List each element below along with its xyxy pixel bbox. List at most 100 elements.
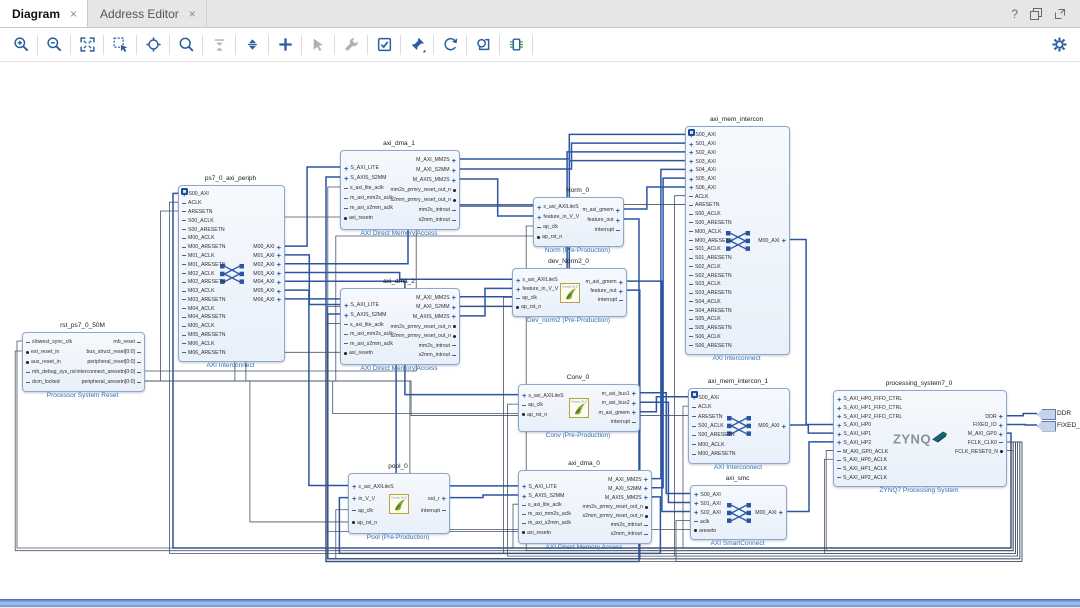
port-axi_dma_1-S_AXIS_S2MM[interactable]: +S_AXIS_S2MM [344, 175, 386, 182]
port-pool_0-out_r[interactable]: +out_r [428, 495, 446, 502]
port-axi_dma_0-s_axi_lite_aclk[interactable]: s_axi_lite_aclk [522, 502, 562, 509]
port-axi_dma_0-axi_resetn[interactable]: axi_resetn [522, 529, 551, 536]
port-axi_mem_intercon-S00_AXI[interactable]: +S00_AXI [689, 132, 716, 139]
port-axi_mem_intercon-S02_AXI[interactable]: +S02_AXI [689, 149, 716, 156]
port-ps7_0_axi_periph-M02_ACLK[interactable]: M02_ACLK [182, 270, 215, 277]
port-axi_mem_intercon-S05_ACLK[interactable]: S05_ACLK [689, 316, 721, 323]
block-axi_mem_intercon_1[interactable]: +S00_AXI ACLK ARESETN S00_ACLK S00_ARESETN M0… [688, 388, 790, 464]
port-axi_smc-M00_AXI[interactable]: +M00_AXI [755, 509, 783, 516]
port-pool_0-interrupt[interactable]: interrupt [421, 507, 446, 514]
port-axi_mem_intercon_1-S00_ACLK[interactable]: S00_ACLK [692, 423, 724, 430]
expand-hierarchy-button[interactable] [239, 33, 265, 57]
port-rst_ps7_0_50M-dcm_locked[interactable]: dcm_locked [26, 379, 60, 386]
collapse-hierarchy-button[interactable] [206, 33, 232, 57]
port-axi_dma_2-m_axi_s2mm_aclk[interactable]: m_axi_s2mm_aclk [344, 340, 393, 347]
port-axi_mem_intercon-S00_ARESETN[interactable]: S00_ARESETN [689, 219, 732, 226]
port-rst_ps7_0_50M-slowest_sync_clk[interactable]: slowest_sync_clk [26, 339, 72, 346]
port-Conv_0-m_axi_bus2[interactable]: +m_axi_bus2 [602, 400, 636, 407]
port-axi_dma_2-m_axi_mm2s_aclk[interactable]: m_axi_mm2s_aclk [344, 331, 393, 338]
port-Conv_0-ap_clk[interactable]: ap_clk [522, 402, 543, 409]
search-button[interactable] [173, 33, 199, 57]
port-dev_Norm2_0-feature_in_V_V[interactable]: +feature_in_V_V [516, 286, 558, 293]
port-processing_system7_0-S_AXI_HP2[interactable]: +S_AXI_HP2 [837, 439, 871, 446]
port-axi_mem_intercon-S06_ARESETN[interactable]: S06_ARESETN [689, 342, 732, 349]
port-axi_mem_intercon_1-M00_AXI[interactable]: +M00_AXI [758, 423, 786, 430]
port-Norm_0-interrupt[interactable]: interrupt [595, 227, 620, 234]
port-axi_mem_intercon_1-S00_AXI[interactable]: +S00_AXI [692, 394, 719, 401]
port-axi_dma_2-S_AXIS_S2MM[interactable]: +S_AXIS_S2MM [344, 312, 386, 319]
port-ps7_0_axi_periph-M06_ARESETN[interactable]: M06_ARESETN [182, 349, 225, 356]
port-processing_system7_0-FCLK_CLK0[interactable]: FCLK_CLK0 [968, 439, 1003, 446]
horizontal-scrollbar[interactable] [0, 599, 1080, 607]
port-axi_mem_intercon-M00_ARESETN[interactable]: M00_ARESETN [689, 237, 732, 244]
port-axi_dma_1-m_axi_mm2s_aclk[interactable]: m_axi_mm2s_aclk [344, 195, 393, 202]
port-processing_system7_0-S_AXI_HP2_ACLK[interactable]: S_AXI_HP2_ACLK [837, 474, 887, 481]
block-axi_dma_2[interactable]: +S_AXI_LITE+S_AXIS_S2MMs_axi_lite_aclkm_… [340, 288, 460, 365]
port-axi_mem_intercon-S06_ACLK[interactable]: S06_ACLK [689, 333, 721, 340]
port-ps7_0_axi_periph-M04_AXI[interactable]: +M04_AXI [253, 279, 281, 286]
port-axi_dma_0-M_AXIS_MM2S[interactable]: +M_AXIS_MM2S [605, 494, 648, 501]
port-axi_dma_2-M_AXI_MM2S[interactable]: +M_AXI_MM2S [416, 294, 456, 301]
port-processing_system7_0-M_AXI_GP0[interactable]: +M_AXI_GP0 [968, 431, 1003, 438]
zoom-to-selection-button[interactable] [107, 33, 133, 57]
port-axi_mem_intercon-S05_ARESETN[interactable]: S05_ARESETN [689, 325, 732, 332]
port-axi_mem_intercon-S01_ARESETN[interactable]: S01_ARESETN [689, 255, 732, 262]
port-ps7_0_axi_periph-S00_AXI[interactable]: +S00_AXI [182, 191, 209, 198]
port-axi_mem_intercon_1-ACLK[interactable]: ACLK [692, 404, 712, 411]
port-processing_system7_0-DDR[interactable]: +DDR [985, 413, 1003, 420]
regenerate-layout-button[interactable] [437, 33, 463, 57]
port-ps7_0_axi_periph-M02_AXI[interactable]: +M02_AXI [253, 261, 281, 268]
port-axi_mem_intercon-S03_AXI[interactable]: +S03_AXI [689, 158, 716, 165]
port-axi_dma_2-mm2s_introut[interactable]: mm2s_introut [419, 342, 456, 349]
port-pool_0-s_axi_AXILiteS[interactable]: +s_axi_AXILiteS [352, 483, 394, 490]
port-dev_Norm2_0-s_axi_AXILiteS[interactable]: +s_axi_AXILiteS [516, 277, 558, 284]
block-rst_ps7_0_50M[interactable]: slowest_sync_clkext_reset_inaux_reset_in… [22, 332, 145, 392]
port-axi_dma_0-M_AXI_S2MM[interactable]: +M_AXI_S2MM [608, 485, 648, 492]
port-processing_system7_0-S_AXI_HP1_ACLK[interactable]: S_AXI_HP1_ACLK [837, 465, 887, 472]
port-axi_mem_intercon-S01_AXI[interactable]: +S01_AXI [689, 141, 716, 148]
port-ps7_0_axi_periph-ACLK[interactable]: ACLK [182, 200, 202, 207]
port-axi_mem_intercon_1-M00_ARESETN[interactable]: M00_ARESETN [692, 451, 735, 458]
port-ps7_0_axi_periph-M01_ACLK[interactable]: M01_ACLK [182, 252, 215, 259]
port-axi_dma_2-mm2s_prmry_reset_out_n[interactable]: mm2s_prmry_reset_out_n [390, 323, 456, 330]
port-axi_dma_0-S_AXIS_S2MM[interactable]: +S_AXIS_S2MM [522, 493, 564, 500]
close-icon[interactable]: × [189, 7, 196, 21]
port-rst_ps7_0_50M-peripheral_aresetn[0:0][interactable]: peripheral_aresetn[0:0] [82, 379, 141, 386]
zoom-out-button[interactable] [41, 33, 67, 57]
port-axi_smc-aresetn[interactable]: aresetn [694, 527, 716, 534]
port-Conv_0-s_axi_AXILiteS[interactable]: +s_axi_AXILiteS [522, 392, 564, 399]
zoom-in-button[interactable] [8, 33, 34, 57]
optimize-routing-button[interactable] [470, 33, 496, 57]
port-axi_mem_intercon-S04_ACLK[interactable]: S04_ACLK [689, 298, 721, 305]
customize-block-button[interactable] [338, 33, 364, 57]
port-ps7_0_axi_periph-M05_ARESETN[interactable]: M05_ARESETN [182, 332, 225, 339]
port-rst_ps7_0_50M-peripheral_reset[0:0][interactable]: peripheral_reset[0:0] [87, 359, 141, 366]
tab-diagram[interactable]: Diagram × [0, 0, 88, 27]
port-axi_mem_intercon-S00_ACLK[interactable]: S00_ACLK [689, 211, 721, 218]
port-ps7_0_axi_periph-M04_ACLK[interactable]: M04_ACLK [182, 305, 215, 312]
port-axi_mem_intercon-M00_ACLK[interactable]: M00_ACLK [689, 228, 722, 235]
port-axi_mem_intercon-ARESETN[interactable]: ARESETN [689, 202, 720, 209]
port-axi_dma_0-S_AXI_LITE[interactable]: +S_AXI_LITE [522, 483, 557, 490]
port-ps7_0_axi_periph-M00_ARESETN[interactable]: M00_ARESETN [182, 244, 225, 251]
tab-address-editor[interactable]: Address Editor × [88, 0, 207, 27]
port-axi_mem_intercon_1-ARESETN[interactable]: ARESETN [692, 413, 723, 420]
port-ps7_0_axi_periph-M01_ARESETN[interactable]: M01_ARESETN [182, 261, 225, 268]
port-axi_dma_0-s2mm_prmry_reset_out_n[interactable]: s2mm_prmry_reset_out_n [582, 513, 648, 520]
port-axi_smc-S01_AXI[interactable]: +S01_AXI [694, 500, 721, 507]
port-axi_mem_intercon-S04_ARESETN[interactable]: S04_ARESETN [689, 307, 732, 314]
port-Conv_0-ap_rst_n[interactable]: ap_rst_n [522, 411, 547, 418]
block-Conv_0[interactable]: Vivado HLS +s_axi_AXILiteSap_clkap_rst_n… [518, 384, 640, 432]
port-axi_dma_0-m_axi_mm2s_aclk[interactable]: m_axi_mm2s_aclk [522, 511, 571, 518]
port-dev_Norm2_0-ap_rst_n[interactable]: ap_rst_n [516, 304, 541, 311]
port-axi_dma_2-s2mm_introut[interactable]: s2mm_introut [419, 352, 456, 359]
port-ps7_0_axi_periph-M03_AXI[interactable]: +M03_AXI [253, 270, 281, 277]
port-processing_system7_0-S_AXI_HP0_ACLK[interactable]: S_AXI_HP0_ACLK [837, 457, 887, 464]
port-Norm_0-s_axi_AXILiteS[interactable]: +s_axi_AXILiteS [537, 204, 579, 211]
port-axi_dma_2-s_axi_lite_aclk[interactable]: s_axi_lite_aclk [344, 321, 384, 328]
port-axi_mem_intercon_1-S00_ARESETN[interactable]: S00_ARESETN [692, 432, 735, 439]
port-axi_dma_1-M_AXI_S2MM[interactable]: +M_AXI_S2MM [416, 167, 456, 174]
block-dev_Norm2_0[interactable]: Vivado HLS +s_axi_AXILiteS+feature_in_V_… [512, 268, 627, 317]
port-axi_dma_1-M_AXIS_MM2S[interactable]: +M_AXIS_MM2S [413, 177, 456, 184]
port-axi_dma_1-mm2s_prmry_reset_out_n[interactable]: mm2s_prmry_reset_out_n [390, 187, 456, 194]
